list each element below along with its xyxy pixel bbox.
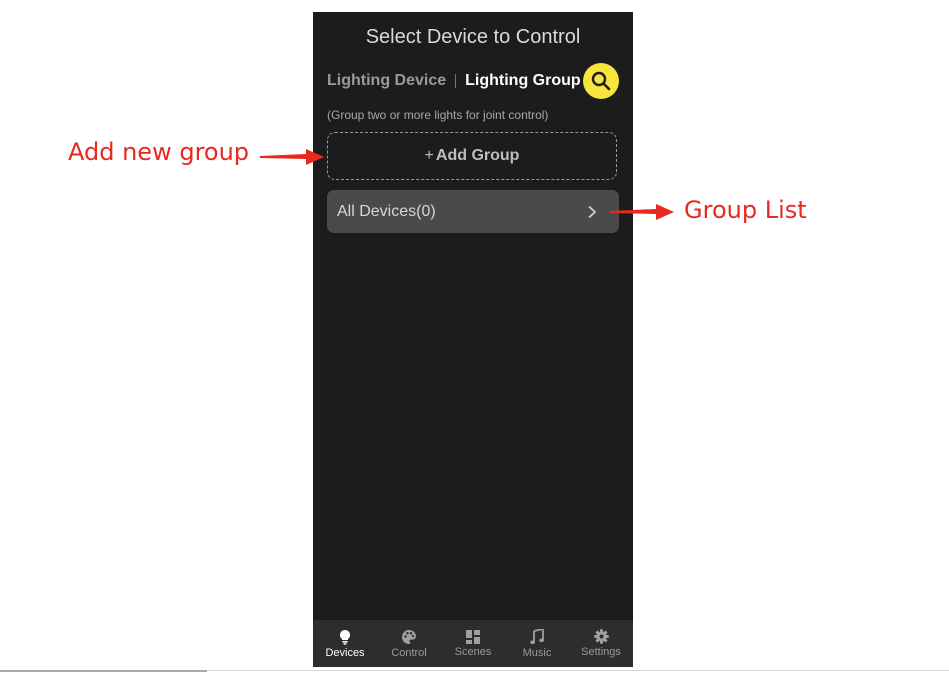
search-button[interactable] <box>583 63 619 99</box>
tab-divider <box>455 74 457 88</box>
nav-label: Music <box>522 646 552 659</box>
palette-icon <box>402 629 416 644</box>
tab-lighting-group[interactable]: Lighting Group <box>465 72 581 90</box>
arrow-right-icon <box>610 204 674 220</box>
add-group-button[interactable]: + Add Group <box>327 132 617 180</box>
group-hint-text: (Group two or more lights for joint cont… <box>327 108 549 122</box>
nav-scenes[interactable]: Scenes <box>441 620 505 667</box>
nav-label: Control <box>391 646 427 659</box>
group-name: All Devices(0) <box>337 202 436 220</box>
annotation-add-new-group: Add new group <box>68 138 250 166</box>
nav-settings[interactable]: Settings <box>569 620 633 667</box>
divider-line-accent <box>0 670 207 672</box>
app-screen: Select Device to Control Lighting Device… <box>313 12 633 667</box>
tab-lighting-device[interactable]: Lighting Device <box>327 72 446 90</box>
grid-icon <box>466 629 480 644</box>
music-note-icon <box>530 628 544 644</box>
plus-icon: + <box>424 147 434 164</box>
nav-music[interactable]: Music <box>505 620 569 667</box>
nav-label: Settings <box>581 646 621 658</box>
nav-label: Devices <box>325 646 365 659</box>
search-icon <box>591 71 611 91</box>
chevron-right-icon <box>587 205 597 219</box>
tab-bar: Lighting Device Lighting Group <box>327 70 581 92</box>
group-list-item[interactable]: All Devices(0) <box>327 190 619 233</box>
annotation-group-list: Group List <box>684 196 807 224</box>
add-group-label: Add Group <box>435 147 520 164</box>
bulb-icon <box>340 629 350 645</box>
bottom-nav: Devices Control Scenes Music Settings <box>313 620 633 667</box>
nav-devices[interactable]: Devices <box>313 620 377 667</box>
gear-icon <box>593 629 609 644</box>
nav-control[interactable]: Control <box>377 620 441 667</box>
arrow-right-icon <box>260 149 324 165</box>
page-title: Select Device to Control <box>365 26 581 48</box>
nav-label: Scenes <box>454 645 492 658</box>
